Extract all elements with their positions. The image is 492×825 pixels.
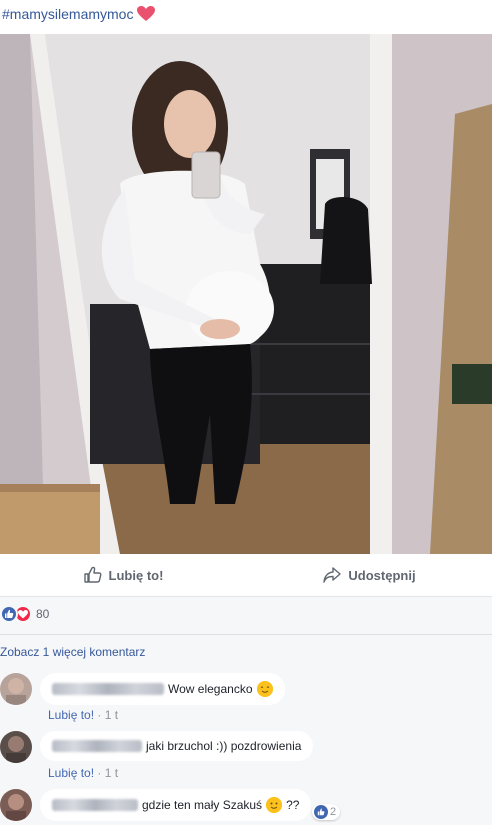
comment-bubble: Wow elegancko bbox=[40, 673, 285, 705]
reactions-summary[interactable]: 80 bbox=[0, 605, 49, 623]
heart-icon bbox=[137, 6, 156, 22]
divider bbox=[0, 634, 492, 635]
view-more-comments-link[interactable]: Zobacz 1 więcej komentarz bbox=[0, 645, 145, 659]
comment-like-link[interactable]: Lubię to! bbox=[48, 708, 94, 722]
comment-like-count: 2 bbox=[330, 806, 337, 818]
meta-separator: · bbox=[94, 708, 105, 722]
like-button-label: Lubię to! bbox=[108, 567, 164, 583]
commenter-name-blurred[interactable] bbox=[52, 683, 164, 695]
comment-text: jaki brzuchol :)) pozdrowienia bbox=[146, 739, 302, 753]
smiling-face-emoji-icon bbox=[256, 681, 273, 697]
comment-time[interactable]: 1 t bbox=[105, 766, 118, 780]
comment-item: gdzie ten mały Szakuś ?? bbox=[0, 789, 312, 821]
commenter-name-blurred[interactable] bbox=[52, 799, 138, 811]
share-button-label: Udostępnij bbox=[348, 567, 416, 583]
commenter-name-blurred[interactable] bbox=[52, 740, 142, 752]
like-button[interactable]: Lubię to! bbox=[0, 555, 246, 595]
comment-bubble: jaki brzuchol :)) pozdrowienia bbox=[40, 731, 314, 761]
comment-meta: Lubię to! · 1 t bbox=[48, 766, 118, 780]
avatar[interactable] bbox=[0, 731, 32, 763]
post-hashtag[interactable]: #mamysilemamymoc bbox=[2, 6, 156, 22]
comment-like-count-badge[interactable]: 2 bbox=[312, 804, 341, 820]
comment-suffix: ?? bbox=[286, 798, 300, 812]
comment-like-link[interactable]: Lubię to! bbox=[48, 766, 94, 780]
post-photo[interactable] bbox=[0, 34, 492, 554]
avatar[interactable] bbox=[0, 673, 32, 705]
comment-text: Wow elegancko bbox=[168, 682, 253, 696]
comment-bubble: gdzie ten mały Szakuś ?? bbox=[40, 789, 312, 821]
thumbs-up-icon bbox=[83, 566, 102, 583]
like-reaction-icon bbox=[314, 805, 328, 819]
comment-text: gdzie ten mały Szakuś bbox=[142, 798, 263, 812]
avatar[interactable] bbox=[0, 789, 32, 821]
smiling-face-emoji-icon bbox=[266, 797, 283, 813]
share-button[interactable]: Udostępnij bbox=[246, 555, 492, 595]
comment-item: jaki brzuchol :)) pozdrowienia bbox=[0, 731, 314, 763]
like-reaction-icon bbox=[0, 605, 18, 623]
post-actions: Lubię to! Udostępnij bbox=[0, 555, 492, 595]
comment-meta: Lubię to! · 1 t bbox=[48, 708, 118, 722]
meta-separator: · bbox=[94, 766, 105, 780]
reaction-count[interactable]: 80 bbox=[36, 607, 49, 621]
comment-time[interactable]: 1 t bbox=[105, 708, 118, 722]
hashtag-text[interactable]: #mamysilemamymoc bbox=[2, 6, 133, 22]
comment-item: Wow elegancko bbox=[0, 673, 285, 705]
share-icon bbox=[323, 567, 342, 583]
comments-section: 80 Zobacz 1 więcej komentarz Wow eleganc… bbox=[0, 596, 492, 825]
